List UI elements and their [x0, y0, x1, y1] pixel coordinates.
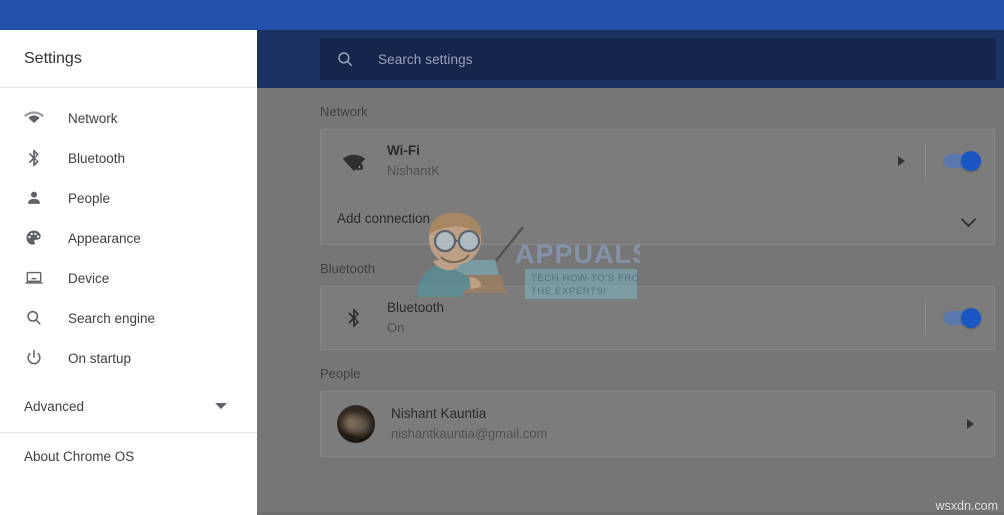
browser-top-bar — [0, 0, 1004, 30]
bluetooth-status: On — [387, 320, 405, 335]
sidebar: Settings Network Bluetooth People Appear… — [0, 30, 257, 515]
wifi-details-arrow[interactable] — [877, 156, 925, 166]
laptop-icon — [22, 266, 46, 290]
wifi-toggle[interactable] — [943, 151, 981, 171]
network-card: Wi-Fi NishantK Add connection — [320, 129, 995, 245]
sidebar-item-on-startup[interactable]: On startup — [0, 338, 257, 378]
sidebar-item-label: People — [68, 190, 111, 206]
search-input[interactable]: Search settings — [320, 38, 996, 80]
section-heading-bluetooth: Bluetooth — [320, 261, 375, 276]
bluetooth-icon — [22, 146, 46, 170]
bluetooth-toggle-cell — [926, 308, 994, 328]
search-placeholder: Search settings — [378, 51, 473, 67]
page-title: Settings — [0, 30, 257, 88]
power-icon — [22, 346, 46, 370]
add-connection-row[interactable]: Add connection — [321, 192, 994, 244]
wifi-row[interactable]: Wi-Fi NishantK — [321, 130, 994, 192]
wifi-icon — [22, 106, 46, 130]
person-icon — [22, 186, 46, 210]
bluetooth-toggle[interactable] — [943, 308, 981, 328]
bluetooth-row-text: Bluetooth On — [387, 299, 877, 337]
wifi-ssid: NishantK — [387, 163, 440, 178]
sidebar-about-label: About Chrome OS — [24, 448, 135, 464]
chevron-down-icon — [215, 403, 227, 409]
sidebar-advanced-label: Advanced — [24, 398, 85, 414]
sidebar-item-bluetooth[interactable]: Bluetooth — [0, 138, 257, 178]
sidebar-item-appearance[interactable]: Appearance — [0, 218, 257, 258]
wifi-toggle-cell — [926, 151, 994, 171]
sidebar-item-label: Bluetooth — [68, 150, 126, 166]
sidebar-item-about-chrome-os[interactable]: About Chrome OS — [0, 433, 257, 479]
toggle-knob — [961, 308, 981, 328]
triangle-right-icon — [966, 419, 974, 429]
account-row-text: Nishant Kauntia nishantkauntia@gmail.com — [391, 405, 946, 443]
settings-content: Network Wi-Fi NishantK Add connection Bl… — [257, 88, 1004, 515]
sidebar-item-label: Device — [68, 270, 110, 286]
sidebar-item-search-engine[interactable]: Search engine — [0, 298, 257, 338]
sidebar-nav: Network Bluetooth People Appearance Devi… — [0, 88, 257, 479]
chevron-down-icon — [962, 214, 976, 223]
wifi-row-text: Wi-Fi NishantK — [387, 142, 877, 180]
people-card: Nishant Kauntia nishantkauntia@gmail.com — [320, 391, 995, 457]
sidebar-item-label: Network — [68, 110, 118, 126]
search-icon — [22, 306, 46, 330]
section-heading-people: People — [320, 366, 361, 381]
bluetooth-title: Bluetooth — [387, 300, 445, 315]
account-details-arrow[interactable] — [946, 419, 994, 429]
account-row[interactable]: Nishant Kauntia nishantkauntia@gmail.com — [321, 392, 994, 456]
search-icon — [336, 50, 354, 68]
bluetooth-card: Bluetooth On — [320, 286, 995, 350]
toggle-knob — [961, 151, 981, 171]
sidebar-item-people[interactable]: People — [0, 178, 257, 218]
sidebar-item-label: On startup — [68, 350, 132, 366]
section-heading-network: Network — [320, 104, 368, 119]
sidebar-item-network[interactable]: Network — [0, 98, 257, 138]
account-name: Nishant Kauntia — [391, 406, 487, 421]
add-connection-label: Add connection — [337, 210, 431, 226]
sidebar-item-advanced[interactable]: Advanced — [0, 386, 257, 426]
sidebar-item-label: Appearance — [68, 230, 141, 246]
bluetooth-icon — [337, 301, 371, 335]
chromeos-settings-window: Search settings Settings Network Bluetoo… — [0, 0, 1004, 515]
wifi-locked-icon — [337, 144, 371, 178]
sidebar-item-device[interactable]: Device — [0, 258, 257, 298]
account-email: nishantkauntia@gmail.com — [391, 426, 548, 441]
wifi-title: Wi-Fi — [387, 143, 420, 158]
triangle-right-icon — [897, 156, 905, 166]
bluetooth-row[interactable]: Bluetooth On — [321, 287, 994, 349]
sidebar-item-label: Search engine — [68, 310, 156, 326]
palette-icon — [22, 226, 46, 250]
avatar — [337, 405, 375, 443]
